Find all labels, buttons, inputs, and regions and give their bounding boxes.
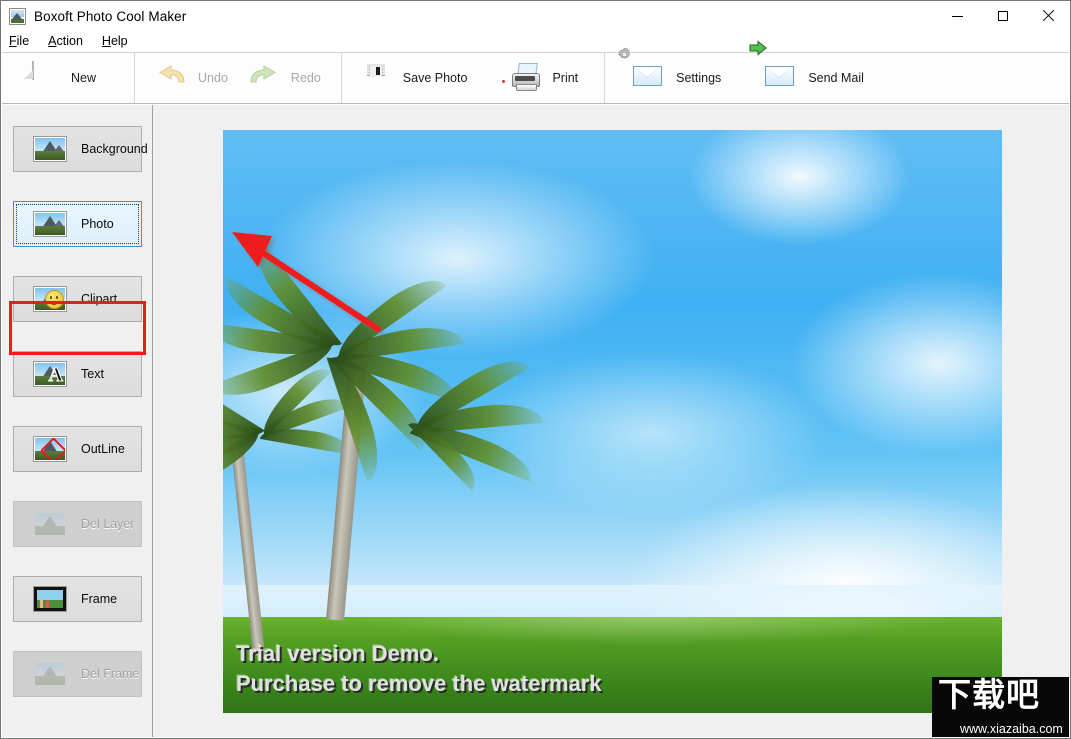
sidebar-item-outline[interactable]: OutLine	[13, 426, 142, 472]
toolbar-group-file: New	[2, 53, 136, 103]
menu-item-file[interactable]: File	[8, 33, 38, 49]
outline-shape-icon	[33, 436, 67, 462]
sidebar-label-text: Text	[81, 367, 104, 381]
print-button-label: Print	[552, 71, 579, 85]
menu-action-rest: ction	[56, 34, 83, 48]
frame-icon	[33, 586, 67, 612]
window-title: Boxoft Photo Cool Maker	[34, 8, 187, 24]
printer-icon	[502, 62, 541, 94]
photo-image[interactable]: Trial version Demo. Purchase to remove t…	[223, 130, 1002, 713]
toolbar-group-mail: Settings Send Mail	[605, 40, 882, 103]
redo-arrow-icon	[248, 62, 280, 94]
toolbar-group-history: Undo Redo	[135, 53, 342, 103]
close-icon[interactable]	[1025, 1, 1070, 31]
redo-button[interactable]: Redo	[238, 53, 341, 103]
menu-item-help[interactable]: Help	[101, 33, 137, 49]
sidebar-item-text[interactable]: A Text	[13, 351, 142, 397]
save-photo-button[interactable]: Save Photo	[342, 53, 488, 103]
sidebar-item-photo[interactable]: Photo	[13, 201, 142, 247]
text-letter-icon: A	[33, 361, 67, 387]
envelope-gear-icon	[618, 47, 665, 94]
sidebar-label-frame: Frame	[81, 592, 118, 606]
settings-button-label: Settings	[676, 71, 722, 85]
menu-help-accel: H	[101, 34, 111, 48]
send-mail-button-label: Send Mail	[808, 71, 864, 85]
new-button-label: New	[71, 71, 97, 85]
print-button[interactable]: Print	[487, 53, 604, 103]
sidebar-label-del-frame: Del Frame	[81, 667, 140, 681]
sidebar-label-del-layer: Del Layer	[81, 517, 135, 531]
trial-watermark-text: Trial version Demo. Purchase to remove t…	[236, 641, 602, 696]
brand-logo: 下载吧 www.xiazaiba.com	[932, 677, 1069, 737]
sidebar-label-outline: OutLine	[81, 442, 125, 456]
menu-action-accel: A	[48, 34, 57, 48]
menu-help-rest: elp	[110, 34, 128, 48]
tool-sidebar: Background Photo Clipart A Text OutLine …	[2, 105, 153, 737]
save-photo-button-label: Save Photo	[402, 71, 468, 85]
sidebar-label-background: Background	[81, 142, 148, 156]
minimize-icon[interactable]	[935, 1, 980, 31]
settings-button[interactable]: Settings	[605, 47, 739, 103]
sidebar-item-del-frame[interactable]: Del Frame	[13, 651, 142, 697]
sidebar-item-del-layer[interactable]: Del Layer	[13, 501, 142, 547]
menu-file-accel: F	[9, 34, 17, 48]
photo-thumb-icon	[33, 136, 67, 162]
clipart-smiley-icon	[33, 286, 67, 312]
menu-bar: File Action Help	[1, 31, 1070, 51]
photo-canvas[interactable]: Trial version Demo. Purchase to remove t…	[154, 105, 1069, 737]
sidebar-label-clipart: Clipart	[81, 292, 118, 306]
send-mail-button[interactable]: Send Mail	[739, 40, 882, 103]
sidebar-label-photo: Photo	[81, 217, 114, 231]
photo-thumb-icon	[33, 211, 67, 237]
undo-button[interactable]: Undo	[135, 53, 238, 103]
window-controls	[935, 1, 1070, 31]
application-window: Boxoft Photo Cool Maker File Action Help…	[0, 0, 1071, 739]
floppy-disk-icon	[360, 62, 392, 94]
maximize-icon[interactable]	[980, 1, 1025, 31]
envelope-arrow-icon	[749, 40, 797, 94]
main-body: Background Photo Clipart A Text OutLine …	[2, 105, 1069, 737]
app-photo-icon	[9, 7, 26, 25]
brand-name: 下载吧	[938, 677, 1040, 714]
sidebar-item-clipart[interactable]: Clipart	[13, 276, 142, 322]
undo-button-label: Undo	[198, 71, 228, 85]
redo-button-label: Redo	[290, 71, 321, 85]
sidebar-item-frame[interactable]: Frame	[13, 576, 142, 622]
new-page-icon	[28, 61, 60, 94]
title-bar: Boxoft Photo Cool Maker	[1, 1, 1070, 31]
toolbar-group-output: Save Photo Print	[342, 53, 606, 103]
toolbar: New Undo Redo Save Photo Print Settings …	[2, 40, 1069, 104]
menu-file-rest: ile	[16, 34, 30, 48]
undo-arrow-icon	[155, 62, 187, 94]
del-frame-icon	[33, 661, 67, 687]
del-layer-icon	[33, 511, 67, 537]
new-button[interactable]: New	[2, 53, 134, 103]
brand-url: www.xiazaiba.com	[960, 722, 1063, 736]
menu-item-action[interactable]: Action	[47, 33, 92, 49]
sidebar-item-background[interactable]: Background	[13, 126, 148, 172]
